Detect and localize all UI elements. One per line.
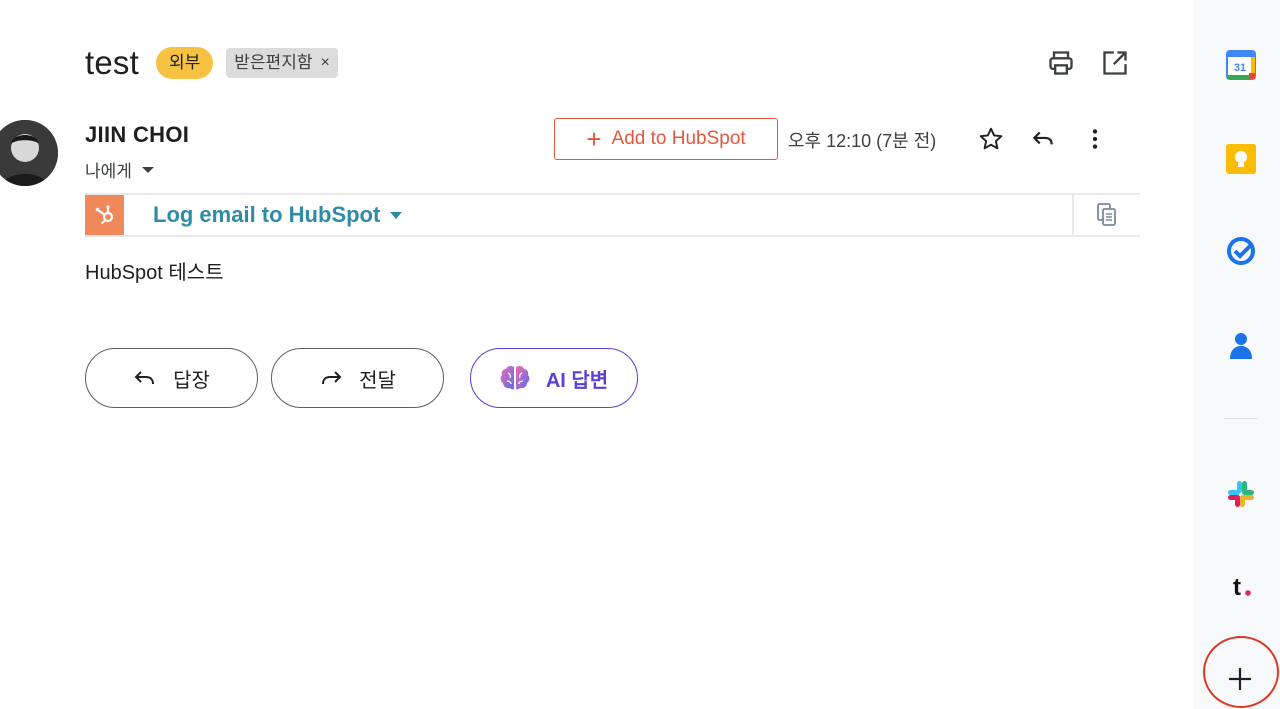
- ai-reply-button[interactable]: AI 답변: [470, 348, 638, 408]
- tl-letter: t: [1233, 574, 1241, 601]
- hubspot-log-bar: Log email to HubSpot: [85, 193, 1140, 237]
- recipient-details[interactable]: 나에게: [85, 157, 154, 182]
- sender-name: JIIN CHOI: [85, 122, 190, 147]
- add-addon-plus-icon[interactable]: [1225, 664, 1255, 694]
- add-to-hubspot-label: Add to HubSpot: [611, 128, 746, 149]
- slack-icon[interactable]: [1226, 479, 1256, 509]
- sender-avatar[interactable]: [0, 120, 58, 186]
- google-tasks-icon[interactable]: [1226, 236, 1256, 266]
- email-body: HubSpot 테스트: [85, 262, 224, 284]
- email-timestamp: 오후 12:10 (7분 전): [788, 131, 937, 151]
- google-contacts-icon[interactable]: [1226, 330, 1256, 360]
- hubspot-logo-icon: [85, 195, 124, 235]
- thread-toolbar: [1046, 48, 1130, 78]
- copy-icon[interactable]: [1072, 195, 1140, 235]
- chevron-down-icon[interactable]: [141, 166, 154, 173]
- message-actions: [976, 124, 1132, 154]
- side-panel-divider: [1224, 418, 1257, 419]
- gmail-message-view: test 외부 받은편지함 × JIIN CHOI 나에게 + Add to H…: [0, 0, 1280, 709]
- log-email-label: Log email to HubSpot: [153, 202, 381, 227]
- subject-row: test 외부 받은편지함 ×: [85, 44, 338, 82]
- more-vert-icon[interactable]: [1080, 124, 1110, 154]
- log-email-dropdown[interactable]: Log email to HubSpot: [153, 202, 403, 228]
- tl-app-icon[interactable]: t: [1226, 571, 1256, 601]
- chevron-down-icon: [390, 211, 403, 219]
- google-calendar-icon[interactable]: 31: [1226, 50, 1256, 80]
- star-icon[interactable]: [976, 124, 1006, 154]
- reply-icon: [133, 367, 157, 389]
- forward-button[interactable]: 전달: [271, 348, 444, 408]
- reply-button[interactable]: 답장: [85, 348, 258, 408]
- reply-label: 답장: [173, 369, 210, 392]
- ai-reply-label: AI 답변: [545, 369, 609, 392]
- external-chip: 외부: [156, 47, 214, 79]
- forward-icon: [319, 367, 343, 389]
- remove-label-icon[interactable]: ×: [320, 48, 329, 78]
- add-to-hubspot-button[interactable]: + Add to HubSpot: [554, 118, 778, 160]
- google-keep-icon[interactable]: [1226, 144, 1256, 174]
- brain-icon: [500, 364, 530, 392]
- plus-icon: +: [586, 124, 602, 154]
- email-subject: test: [85, 44, 139, 81]
- forward-label: 전달: [359, 369, 396, 392]
- calendar-day: 31: [1234, 62, 1246, 74]
- open-in-new-window-icon[interactable]: [1100, 48, 1130, 78]
- inbox-label-text: 받은편지함: [234, 53, 313, 72]
- print-icon[interactable]: [1046, 48, 1076, 78]
- inbox-label-chip[interactable]: 받은편지함 ×: [226, 48, 338, 78]
- reply-icon[interactable]: [1028, 124, 1058, 154]
- recipient-text: 나에게: [85, 162, 132, 181]
